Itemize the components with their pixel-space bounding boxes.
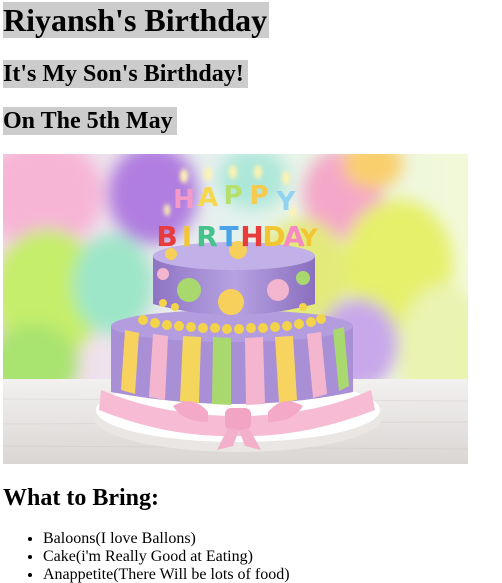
page-subtitle: It's My Son's Birthday! <box>3 60 248 88</box>
cake-bottom-tier <box>111 310 353 405</box>
candle-letter: A <box>198 183 218 213</box>
candle-letter: P <box>249 181 268 211</box>
candle-letter: H <box>173 185 195 215</box>
bring-list: Baloons(I love Ballons) Cake(i'm Really … <box>0 530 290 583</box>
what-to-bring-heading: What to Bring: <box>3 485 159 511</box>
candle-letter: Y <box>299 224 318 252</box>
list-item: Cake(i'm Really Good at Eating) <box>43 548 290 566</box>
list-item: Baloons(I love Ballons) <box>43 530 290 548</box>
candle-letter: B <box>156 220 177 253</box>
page-title: Riyansh's Birthday <box>3 2 270 38</box>
candle-letter: D <box>262 220 285 253</box>
candle-letter: P <box>223 181 242 211</box>
page: Riyansh's Birthday It's My Son's Birthda… <box>0 0 502 583</box>
list-item: Anappetite(There Will be lots of food) <box>43 566 290 583</box>
candle-letter: I <box>182 220 192 253</box>
candle-letter: T <box>219 220 238 253</box>
event-date: On The 5th May <box>3 107 177 135</box>
candle-letter: R <box>196 220 218 253</box>
candle-letter: H <box>240 220 263 253</box>
birthday-cake-image: H A P P Y B I R T H D A Y <box>3 154 468 464</box>
